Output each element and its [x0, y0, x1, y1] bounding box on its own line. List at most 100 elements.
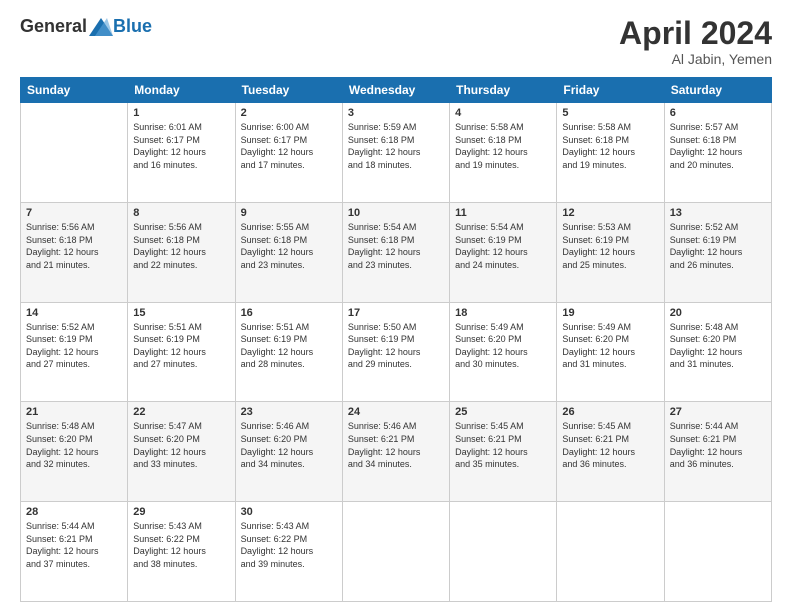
table-row: 21Sunrise: 5:48 AM Sunset: 6:20 PM Dayli… — [21, 402, 128, 502]
table-row: 3 Sunrise: 5:59 AM Sunset: 6:18 PM Daylig… — [342, 103, 449, 203]
table-row: 26Sunrise: 5:45 AM Sunset: 6:21 PM Dayli… — [557, 402, 664, 502]
day-info: Sunrise: 5:56 AM Sunset: 6:18 PM Dayligh… — [26, 221, 122, 271]
day-number: 21 — [26, 406, 122, 418]
day-number: 27 — [670, 406, 766, 418]
day-number: 17 — [348, 307, 444, 319]
table-row: 13Sunrise: 5:52 AM Sunset: 6:19 PM Dayli… — [664, 202, 771, 302]
day-number: 11 — [455, 207, 551, 219]
table-row: 2 Sunrise: 6:00 AM Sunset: 6:17 PM Daylig… — [235, 103, 342, 203]
day-number: 2 — [241, 107, 337, 119]
day-info: Sunrise: 5:57 AM Sunset: 6:18 PM Dayligh… — [670, 121, 766, 171]
day-info: Sunrise: 5:43 AM Sunset: 6:22 PM Dayligh… — [241, 520, 337, 570]
day-number: 1 — [133, 107, 229, 119]
day-info: Sunrise: 5:44 AM Sunset: 6:21 PM Dayligh… — [670, 420, 766, 470]
day-number: 19 — [562, 307, 658, 319]
table-row — [664, 502, 771, 602]
day-number: 6 — [670, 107, 766, 119]
day-info: Sunrise: 5:51 AM Sunset: 6:19 PM Dayligh… — [133, 321, 229, 371]
day-number: 4 — [455, 107, 551, 119]
calendar-week-row: 21Sunrise: 5:48 AM Sunset: 6:20 PM Dayli… — [21, 402, 772, 502]
calendar-header-row: Sunday Monday Tuesday Wednesday Thursday… — [21, 78, 772, 103]
table-row: 20 Sunrise: 5:48 AM Sunset: 6:20 PM Dayli… — [664, 302, 771, 402]
day-info: Sunrise: 5:54 AM Sunset: 6:19 PM Dayligh… — [455, 221, 551, 271]
title-area: April 2024 Al Jabin, Yemen — [619, 16, 772, 67]
day-info: Sunrise: 5:46 AM Sunset: 6:20 PM Dayligh… — [241, 420, 337, 470]
day-info: Sunrise: 5:44 AM Sunset: 6:21 PM Dayligh… — [26, 520, 122, 570]
month-title: April 2024 — [619, 16, 772, 51]
col-saturday: Saturday — [664, 78, 771, 103]
day-info: Sunrise: 5:49 AM Sunset: 6:20 PM Dayligh… — [455, 321, 551, 371]
day-number: 8 — [133, 207, 229, 219]
day-info: Sunrise: 6:00 AM Sunset: 6:17 PM Dayligh… — [241, 121, 337, 171]
calendar-week-row: 28 Sunrise: 5:44 AM Sunset: 6:21 PM Dayli… — [21, 502, 772, 602]
day-info: Sunrise: 5:43 AM Sunset: 6:22 PM Dayligh… — [133, 520, 229, 570]
day-info: Sunrise: 5:52 AM Sunset: 6:19 PM Dayligh… — [670, 221, 766, 271]
col-sunday: Sunday — [21, 78, 128, 103]
table-row: 15 Sunrise: 5:51 AM Sunset: 6:19 PM Dayli… — [128, 302, 235, 402]
day-number: 3 — [348, 107, 444, 119]
logo-icon — [89, 18, 113, 36]
table-row: 28 Sunrise: 5:44 AM Sunset: 6:21 PM Dayli… — [21, 502, 128, 602]
table-row: 23 Sunrise: 5:46 AM Sunset: 6:20 PM Dayli… — [235, 402, 342, 502]
logo-text: General Blue — [20, 16, 152, 37]
table-row: 29 Sunrise: 5:43 AM Sunset: 6:22 PM Dayli… — [128, 502, 235, 602]
day-info: Sunrise: 5:46 AM Sunset: 6:21 PM Dayligh… — [348, 420, 444, 470]
day-number: 20 — [670, 307, 766, 319]
table-row — [342, 502, 449, 602]
col-thursday: Thursday — [450, 78, 557, 103]
day-info: Sunrise: 5:51 AM Sunset: 6:19 PM Dayligh… — [241, 321, 337, 371]
day-number: 28 — [26, 506, 122, 518]
day-info: Sunrise: 5:50 AM Sunset: 6:19 PM Dayligh… — [348, 321, 444, 371]
logo-blue: Blue — [113, 16, 152, 37]
day-info: Sunrise: 5:48 AM Sunset: 6:20 PM Dayligh… — [670, 321, 766, 371]
table-row — [557, 502, 664, 602]
day-info: Sunrise: 5:58 AM Sunset: 6:18 PM Dayligh… — [455, 121, 551, 171]
table-row: 11 Sunrise: 5:54 AM Sunset: 6:19 PM Dayli… — [450, 202, 557, 302]
day-number: 18 — [455, 307, 551, 319]
table-row: 1 Sunrise: 6:01 AM Sunset: 6:17 PM Daylig… — [128, 103, 235, 203]
day-number: 23 — [241, 406, 337, 418]
col-monday: Monday — [128, 78, 235, 103]
table-row: 6 Sunrise: 5:57 AM Sunset: 6:18 PM Daylig… — [664, 103, 771, 203]
table-row: 25Sunrise: 5:45 AM Sunset: 6:21 PM Dayli… — [450, 402, 557, 502]
day-info: Sunrise: 5:59 AM Sunset: 6:18 PM Dayligh… — [348, 121, 444, 171]
location: Al Jabin, Yemen — [619, 51, 772, 67]
day-number: 14 — [26, 307, 122, 319]
calendar-week-row: 1 Sunrise: 6:01 AM Sunset: 6:17 PM Daylig… — [21, 103, 772, 203]
table-row: 30 Sunrise: 5:43 AM Sunset: 6:22 PM Dayli… — [235, 502, 342, 602]
table-row: 7Sunrise: 5:56 AM Sunset: 6:18 PM Daylig… — [21, 202, 128, 302]
day-number: 12 — [562, 207, 658, 219]
table-row — [450, 502, 557, 602]
table-row: 12 Sunrise: 5:53 AM Sunset: 6:19 PM Dayli… — [557, 202, 664, 302]
calendar-table: Sunday Monday Tuesday Wednesday Thursday… — [20, 77, 772, 602]
table-row: 22Sunrise: 5:47 AM Sunset: 6:20 PM Dayli… — [128, 402, 235, 502]
table-row: 27 Sunrise: 5:44 AM Sunset: 6:21 PM Dayli… — [664, 402, 771, 502]
calendar-week-row: 14 Sunrise: 5:52 AM Sunset: 6:19 PM Dayli… — [21, 302, 772, 402]
day-info: Sunrise: 5:52 AM Sunset: 6:19 PM Dayligh… — [26, 321, 122, 371]
day-number: 29 — [133, 506, 229, 518]
table-row: 14 Sunrise: 5:52 AM Sunset: 6:19 PM Dayli… — [21, 302, 128, 402]
day-info: Sunrise: 5:53 AM Sunset: 6:19 PM Dayligh… — [562, 221, 658, 271]
day-number: 15 — [133, 307, 229, 319]
day-number: 26 — [562, 406, 658, 418]
logo: General Blue — [20, 16, 152, 37]
day-info: Sunrise: 5:47 AM Sunset: 6:20 PM Dayligh… — [133, 420, 229, 470]
table-row — [21, 103, 128, 203]
page: General Blue April 2024 Al Jabin, Yemen … — [0, 0, 792, 612]
table-row: 16 Sunrise: 5:51 AM Sunset: 6:19 PM Dayli… — [235, 302, 342, 402]
day-info: Sunrise: 5:54 AM Sunset: 6:18 PM Dayligh… — [348, 221, 444, 271]
table-row: 8Sunrise: 5:56 AM Sunset: 6:18 PM Daylig… — [128, 202, 235, 302]
day-number: 16 — [241, 307, 337, 319]
table-row: 24 Sunrise: 5:46 AM Sunset: 6:21 PM Dayli… — [342, 402, 449, 502]
day-number: 10 — [348, 207, 444, 219]
day-info: Sunrise: 5:58 AM Sunset: 6:18 PM Dayligh… — [562, 121, 658, 171]
day-info: Sunrise: 6:01 AM Sunset: 6:17 PM Dayligh… — [133, 121, 229, 171]
logo-general: General — [20, 16, 87, 37]
day-number: 24 — [348, 406, 444, 418]
day-number: 5 — [562, 107, 658, 119]
table-row: 18 Sunrise: 5:49 AM Sunset: 6:20 PM Dayli… — [450, 302, 557, 402]
table-row: 5 Sunrise: 5:58 AM Sunset: 6:18 PM Daylig… — [557, 103, 664, 203]
day-info: Sunrise: 5:55 AM Sunset: 6:18 PM Dayligh… — [241, 221, 337, 271]
day-info: Sunrise: 5:45 AM Sunset: 6:21 PM Dayligh… — [455, 420, 551, 470]
day-number: 30 — [241, 506, 337, 518]
